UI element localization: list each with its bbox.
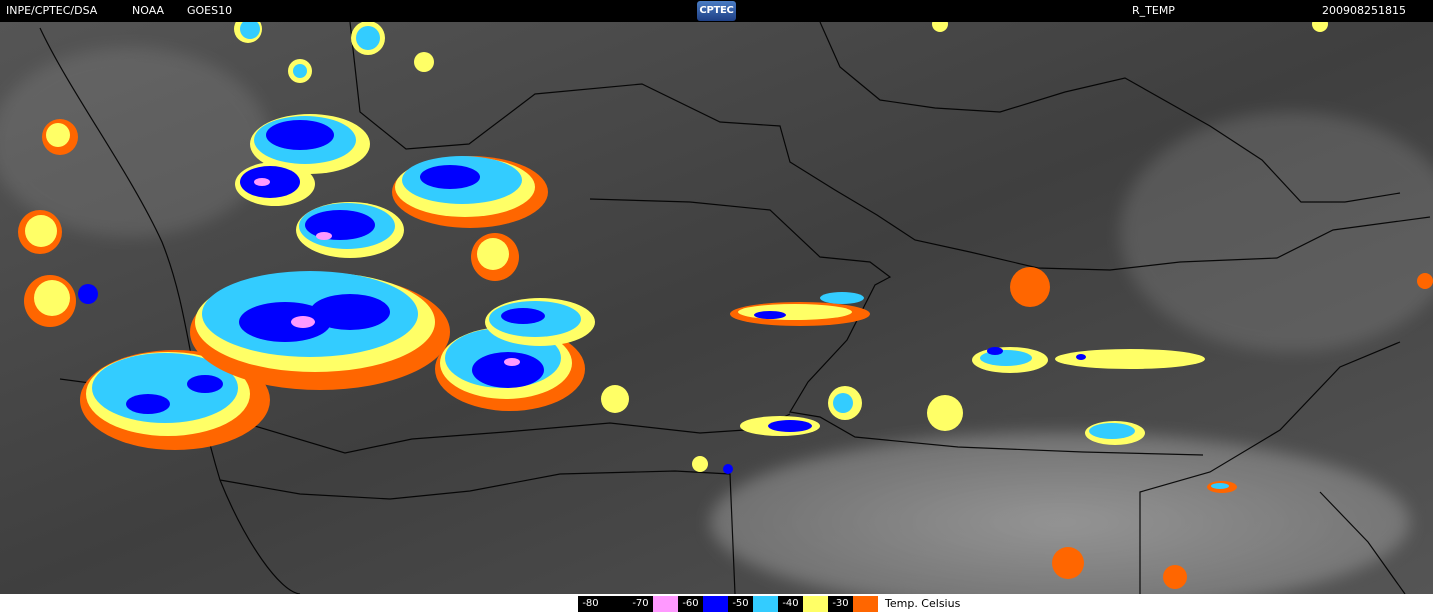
legend-label--50: -50 [728,596,753,612]
legend-unit-label: Temp. Celsius [885,597,961,610]
legend-swatch--70 [653,596,678,612]
legend-swatch--30 [853,596,878,612]
legend-bar: -80 -70 -60 -50 -40 -30 Temp. Celsius [0,594,1433,614]
image-header: INPE/CPTEC/DSA NOAA GOES10 CPTEC R_TEMP … [0,0,1433,22]
legend-swatch--40 [803,596,828,612]
timestamp-label: 200908251815 [1322,4,1406,17]
satellite-label: GOES10 [187,4,233,17]
product-label: R_TEMP [1132,4,1175,17]
legend-label--40: -40 [778,596,803,612]
map-svg [0,22,1433,594]
cptec-logo: CPTEC [697,1,736,21]
legend-label--60: -60 [678,596,703,612]
satellite-map [0,22,1433,594]
western-cloud-field [0,47,270,237]
legend-swatch--80 [603,596,628,612]
temperature-legend: -80 -70 -60 -50 -40 -30 Temp. Celsius [578,596,960,612]
legend-label--30: -30 [828,596,853,612]
organization-label: NOAA [132,4,165,17]
legend-swatch--60 [703,596,728,612]
legend-label--70: -70 [628,596,653,612]
legend-swatch--50 [753,596,778,612]
legend-label--80: -80 [578,596,603,612]
agency-label: INPE/CPTEC/DSA [6,4,98,17]
